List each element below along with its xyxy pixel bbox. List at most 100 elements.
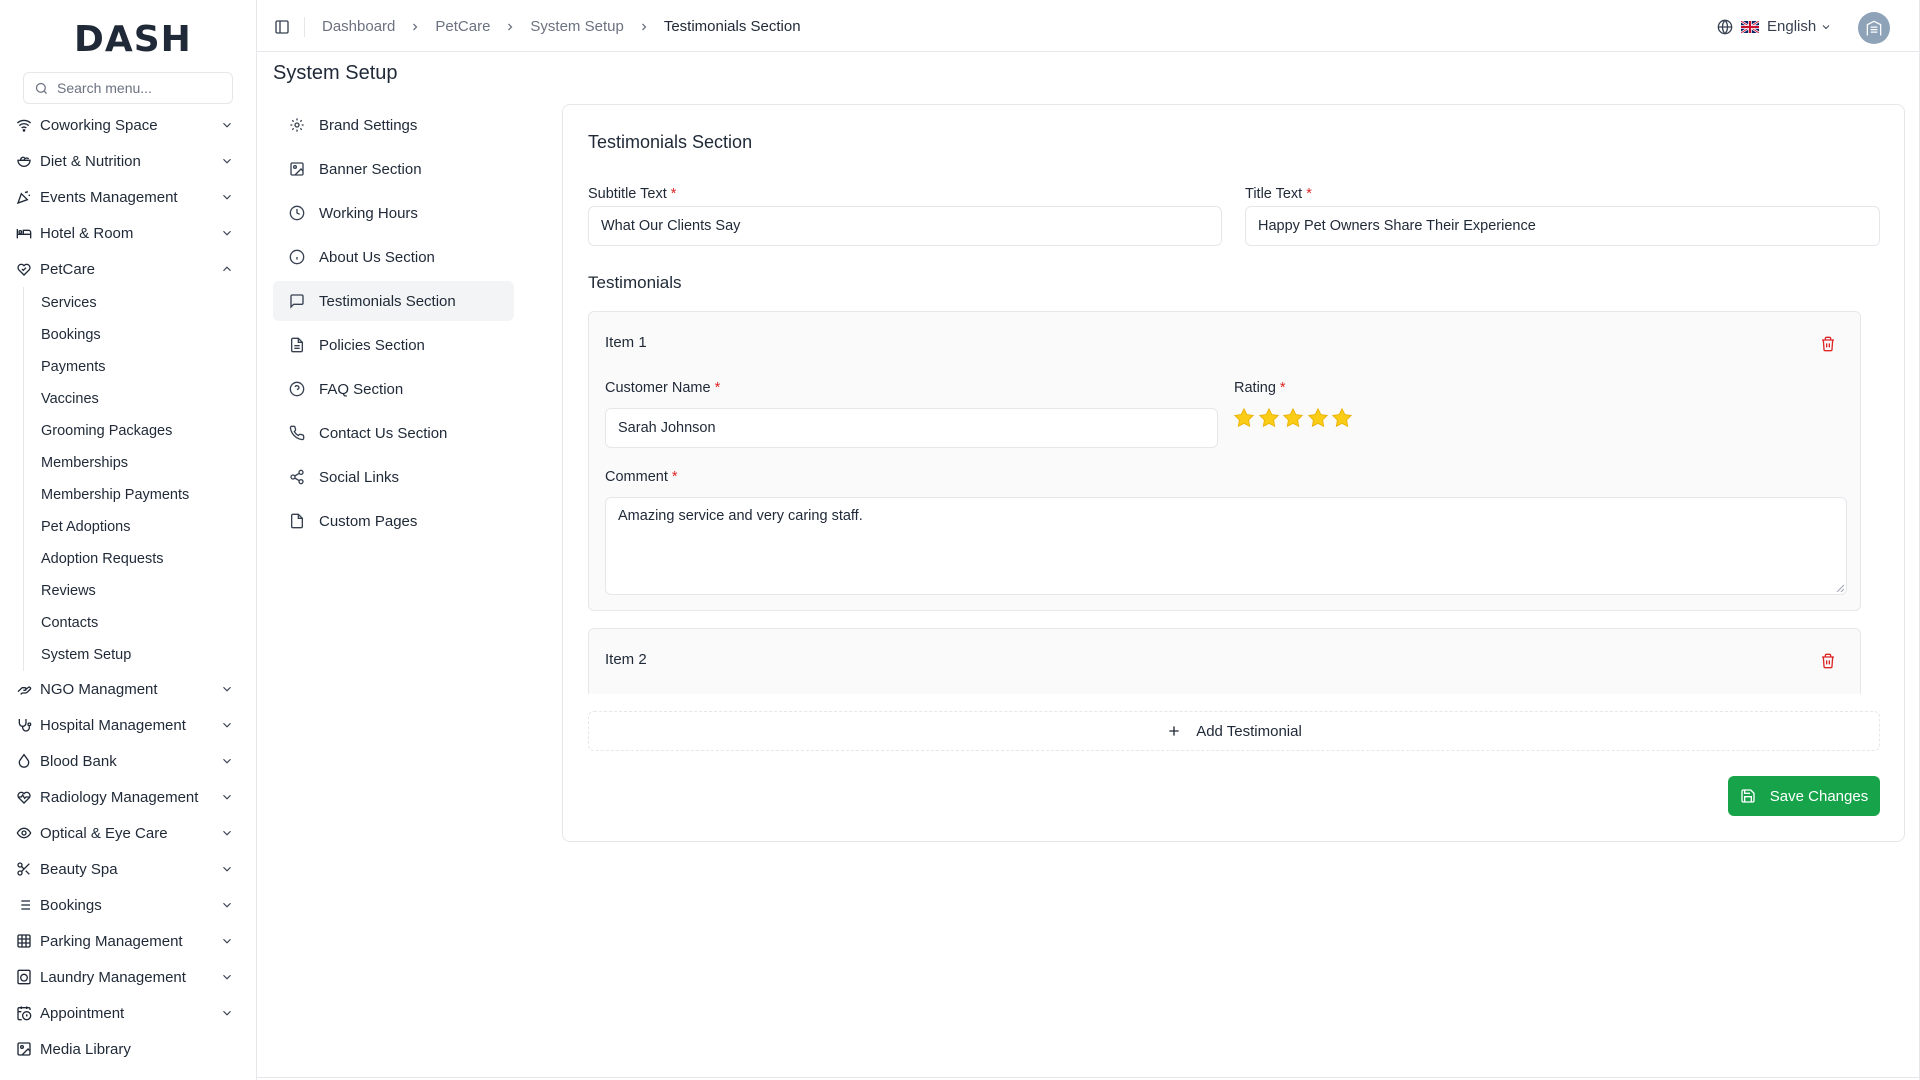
star-icon[interactable] <box>1307 407 1329 429</box>
sidebar: DASH Coworking Space Diet & Nutrition Ev… <box>0 0 256 1080</box>
sidebar-item-optical-eye-care[interactable]: Optical & Eye Care <box>0 815 256 851</box>
save-changes-button[interactable]: Save Changes <box>1728 776 1880 816</box>
sidebar-item-label: Bookings <box>40 896 102 914</box>
sidebar-item-laundry-management[interactable]: Laundry Management <box>0 959 256 995</box>
top-header: Dashboard PetCare System Setup Testimoni… <box>257 0 1920 52</box>
required-mark: * <box>671 469 678 485</box>
sidebar-subitem-services[interactable]: Services <box>41 287 256 319</box>
required-mark: * <box>1306 186 1312 202</box>
trash-icon[interactable] <box>1820 653 1836 669</box>
star-icon[interactable] <box>1282 407 1304 429</box>
sidebar-toggle-icon[interactable] <box>274 19 290 35</box>
language-selector[interactable]: English <box>1717 18 1832 35</box>
sidebar-subitem-membership-payments[interactable]: Membership Payments <box>41 479 256 511</box>
comment-label-text: Comment <box>605 469 668 485</box>
setup-menu-brand-settings[interactable]: Brand Settings <box>273 105 514 145</box>
header-separator <box>304 17 305 37</box>
chevron-down-icon[interactable] <box>220 226 234 240</box>
phone-icon <box>289 425 305 441</box>
setup-menu-about-us-section[interactable]: About Us Section <box>273 237 514 277</box>
search-box[interactable] <box>23 72 233 104</box>
setup-menu-banner-section[interactable]: Banner Section <box>273 149 514 189</box>
setup-menu-policies-section[interactable]: Policies Section <box>273 325 514 365</box>
resize-handle-icon[interactable] <box>1836 584 1844 592</box>
save-icon <box>1740 788 1756 804</box>
chevron-down-icon[interactable] <box>220 1006 234 1020</box>
star-icon[interactable] <box>1233 407 1255 429</box>
comment-textarea[interactable]: Amazing service and very caring staff. <box>605 497 1847 595</box>
chevron-down-icon[interactable] <box>220 118 234 132</box>
testimonial-item: Item 2 <box>588 628 1861 694</box>
sidebar-item-media-library[interactable]: Media Library <box>0 1031 256 1067</box>
sidebar-item-hotel-room[interactable]: Hotel & Room <box>0 215 256 251</box>
chevron-down-icon[interactable] <box>220 754 234 768</box>
chevron-down-icon[interactable] <box>220 826 234 840</box>
bed-icon <box>16 225 32 241</box>
breadcrumb-system-setup[interactable]: System Setup <box>530 18 623 35</box>
star-icon[interactable] <box>1258 407 1280 429</box>
chevron-down-icon[interactable] <box>220 934 234 948</box>
hand-heart-icon <box>16 681 32 697</box>
sidebar-subitem-system-setup[interactable]: System Setup <box>41 639 256 671</box>
sidebar-item-label: PetCare <box>40 260 96 278</box>
chevron-down-icon[interactable] <box>220 862 234 876</box>
chevron-down-icon[interactable] <box>220 790 234 804</box>
trash-icon[interactable] <box>1820 336 1836 352</box>
setup-menu-working-hours[interactable]: Working Hours <box>273 193 514 233</box>
title-input[interactable]: Happy Pet Owners Share Their Experience <box>1245 206 1880 246</box>
sidebar-item-events-management[interactable]: Events Management <box>0 179 256 215</box>
setup-menu-faq-section[interactable]: FAQ Section <box>273 369 514 409</box>
chevron-down-icon[interactable] <box>220 682 234 696</box>
chevron-up-icon[interactable] <box>220 262 234 276</box>
subtitle-label: Subtitle Text * <box>588 186 676 202</box>
add-testimonial-button[interactable]: Add Testimonial <box>588 711 1880 751</box>
chevron-down-icon[interactable] <box>220 718 234 732</box>
sidebar-item-blood-bank[interactable]: Blood Bank <box>0 743 256 779</box>
chevron-down-icon[interactable] <box>220 970 234 984</box>
sidebar-subitem-bookings[interactable]: Bookings <box>41 319 256 351</box>
setup-menu-social-links[interactable]: Social Links <box>273 457 514 497</box>
star-icon[interactable] <box>1331 407 1353 429</box>
sidebar-subitem-grooming-packages[interactable]: Grooming Packages <box>41 415 256 447</box>
customer-name-input[interactable]: Sarah Johnson <box>605 408 1218 448</box>
chevron-down-icon[interactable] <box>220 898 234 912</box>
sidebar-subitem-vaccines[interactable]: Vaccines <box>41 383 256 415</box>
sidebar-subitem-adoption-requests[interactable]: Adoption Requests <box>41 543 256 575</box>
rating-label-text: Rating <box>1234 380 1276 396</box>
sidebar-item-ngo-managment[interactable]: NGO Managment <box>0 671 256 707</box>
sidebar-subitem-memberships[interactable]: Memberships <box>41 447 256 479</box>
logo[interactable]: DASH <box>74 20 192 60</box>
sidebar-subitem-reviews[interactable]: Reviews <box>41 575 256 607</box>
required-mark: * <box>714 380 721 396</box>
chevron-down-icon[interactable] <box>220 154 234 168</box>
sidebar-subitem-payments[interactable]: Payments <box>41 351 256 383</box>
sidebar-subitem-pet-adoptions[interactable]: Pet Adoptions <box>41 511 256 543</box>
chevron-right-icon <box>409 21 421 33</box>
share-icon <box>289 469 305 485</box>
setup-menu-testimonials-section[interactable]: Testimonials Section <box>273 281 514 321</box>
subtitle-input[interactable]: What Our Clients Say <box>588 206 1222 246</box>
sidebar-item-parking-management[interactable]: Parking Management <box>0 923 256 959</box>
sidebar-item-hospital-management[interactable]: Hospital Management <box>0 707 256 743</box>
avatar[interactable] <box>1858 12 1890 44</box>
sidebar-item-petcare[interactable]: PetCare <box>0 251 256 287</box>
setup-menu-custom-pages[interactable]: Custom Pages <box>273 501 514 541</box>
sidebar-item-label: Hospital Management <box>40 716 186 734</box>
file-text-icon <box>289 337 305 353</box>
sidebar-item-appointment[interactable]: Appointment <box>0 995 256 1031</box>
subtitle-input-value: What Our Clients Say <box>601 218 741 234</box>
sidebar-item-beauty-spa[interactable]: Beauty Spa <box>0 851 256 887</box>
eye-icon <box>16 825 32 841</box>
setup-menu-contact-us-section[interactable]: Contact Us Section <box>273 413 514 453</box>
chevron-down-icon[interactable] <box>220 190 234 204</box>
sidebar-item-coworking-space[interactable]: Coworking Space <box>0 107 256 143</box>
sidebar-subitem-contacts[interactable]: Contacts <box>41 607 256 639</box>
sidebar-item-bookings[interactable]: Bookings <box>0 887 256 923</box>
sidebar-item-radiology-management[interactable]: Radiology Management <box>0 779 256 815</box>
breadcrumb-dashboard[interactable]: Dashboard <box>322 18 395 35</box>
sidebar-item-diet-nutrition[interactable]: Diet & Nutrition <box>0 143 256 179</box>
rating-stars[interactable] <box>1233 407 1356 429</box>
logo-text: DASH <box>74 19 192 60</box>
search-input[interactable] <box>57 80 217 96</box>
breadcrumb-petcare[interactable]: PetCare <box>435 18 490 35</box>
